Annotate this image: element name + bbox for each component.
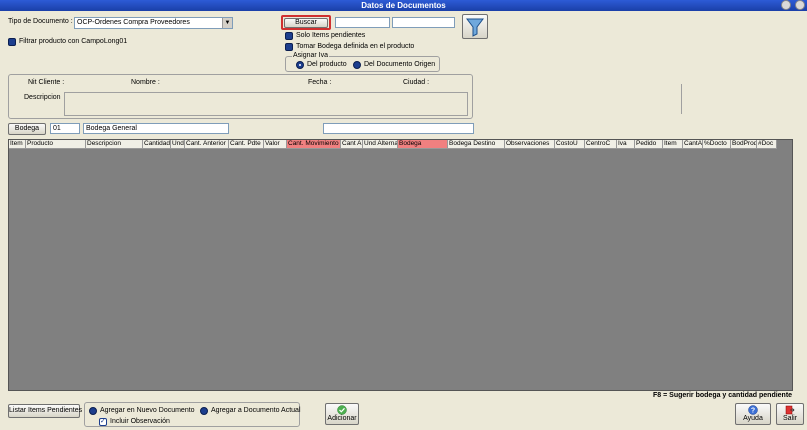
grid-column-header[interactable]: Valor	[264, 140, 287, 149]
grid-column-header[interactable]: %Docto	[703, 140, 731, 149]
doc-type-value: OCP-Ordenes Compra Proveedores	[77, 19, 190, 26]
grid-column-header[interactable]: Cant. Movimiento	[287, 140, 341, 149]
descripcion-label: Descripcion	[24, 94, 61, 101]
asignar-iva-title: Asignar Iva	[292, 52, 330, 59]
chevron-down-icon[interactable]: ▼	[222, 18, 232, 28]
nit-cliente-label: Nit Cliente :	[28, 79, 65, 86]
tomar-bodega-label: Tomar Bodega definida en el producto	[296, 43, 415, 50]
funnel-icon	[466, 18, 484, 37]
listar-pendientes-button[interactable]: Listar Items Pendientes	[8, 404, 82, 418]
ayuda-button[interactable]: ? Ayuda	[735, 403, 771, 425]
minimize-icon[interactable]	[781, 0, 791, 10]
svg-text:?: ?	[751, 408, 755, 415]
grid-column-header[interactable]: Cantidad	[143, 140, 171, 149]
solo-pendientes-checkbox[interactable]	[285, 32, 293, 40]
search-to-input[interactable]	[392, 17, 455, 28]
exit-icon	[785, 405, 795, 415]
salir-button[interactable]: Salir	[776, 403, 804, 425]
grid-column-header[interactable]: Bodega Destino	[448, 140, 505, 149]
grid-column-header[interactable]: BodProd	[731, 140, 757, 149]
help-icon: ?	[748, 405, 758, 415]
iva-producto-radio[interactable]	[296, 61, 304, 69]
grid-column-header[interactable]: CostoU	[555, 140, 585, 149]
adicionar-label: Adicionar	[327, 415, 357, 422]
bodega-code-input[interactable]: 01	[50, 123, 80, 134]
grid-column-header[interactable]: Item	[9, 140, 26, 149]
search-from-input[interactable]	[335, 17, 390, 28]
agregar-nuevo-label: Agregar en Nuevo Documento	[100, 407, 195, 414]
grid-column-header[interactable]: #Doc	[757, 140, 777, 149]
incluir-obs-checkbox[interactable]	[99, 417, 107, 426]
window-title: Datos de Documentos	[361, 1, 446, 10]
incluir-obs-label: Incluir Observación	[110, 418, 170, 425]
doc-type-label: Tipo de Documento :	[8, 18, 73, 25]
search-button[interactable]: Buscar	[284, 18, 328, 28]
grid-header: Item Producto Descripcion Cantidad Und Cant. …	[9, 140, 777, 149]
agregar-nuevo-radio[interactable]	[89, 407, 97, 415]
grid-column-header[interactable]: Und Alterna	[363, 140, 398, 149]
bodega-button[interactable]: Bodega	[8, 123, 46, 135]
grid-column-header[interactable]: CentroC	[585, 140, 617, 149]
grid-column-header[interactable]: Cant. Pdte	[229, 140, 264, 149]
grid-column-header[interactable]: Iva	[617, 140, 635, 149]
grid-column-header[interactable]: CantA	[683, 140, 703, 149]
grid-column-header[interactable]: Cant A	[341, 140, 363, 149]
grid-column-header[interactable]: Cant. Anterior	[185, 140, 229, 149]
grid-column-header[interactable]: Pedido	[635, 140, 663, 149]
check-circle-icon	[337, 405, 347, 415]
close-icon[interactable]	[795, 0, 805, 10]
tomar-bodega-checkbox[interactable]	[285, 43, 293, 51]
filter-checkbox-label: Filtrar producto con CampoLong01	[19, 38, 128, 45]
agregar-actual-label: Agregar a Documento Actual	[211, 407, 301, 414]
filter-button[interactable]	[462, 14, 488, 39]
separator	[681, 84, 682, 114]
salir-label: Salir	[782, 415, 797, 422]
items-grid[interactable]: Item Producto Descripcion Cantidad Und Cant. …	[8, 139, 793, 391]
doc-type-select[interactable]: OCP-Ordenes Compra Proveedores ▼	[74, 17, 233, 29]
grid-column-header[interactable]: Und	[171, 140, 185, 149]
nombre-label: Nombre :	[131, 79, 160, 86]
bodega-extra-field	[323, 123, 474, 134]
solo-pendientes-label: Solo Items pendientes	[296, 32, 366, 39]
grid-column-header[interactable]: Descripcion	[86, 140, 143, 149]
bodega-name-field: Bodega General	[83, 123, 229, 134]
grid-column-header[interactable]: Producto	[26, 140, 86, 149]
ayuda-label: Ayuda	[743, 415, 763, 422]
window-title-bar: Datos de Documentos	[0, 0, 807, 11]
grid-column-header[interactable]: Observaciones	[505, 140, 555, 149]
adicionar-button[interactable]: Adicionar	[325, 403, 359, 425]
status-hint: F8 = Sugerir bodega y cantidad pendiente	[653, 392, 793, 399]
filter-checkbox[interactable]	[8, 38, 16, 46]
iva-producto-label: Del producto	[307, 61, 347, 68]
descripcion-field[interactable]	[64, 92, 468, 116]
grid-column-header[interactable]: Bodega	[398, 140, 448, 149]
iva-origen-radio[interactable]	[353, 61, 361, 69]
fecha-label: Fecha :	[308, 79, 332, 86]
agregar-actual-radio[interactable]	[200, 407, 208, 415]
ciudad-label: Ciudad :	[403, 79, 430, 86]
grid-column-header[interactable]: Item	[663, 140, 683, 149]
iva-origen-label: Del Documento Origen	[364, 61, 436, 68]
